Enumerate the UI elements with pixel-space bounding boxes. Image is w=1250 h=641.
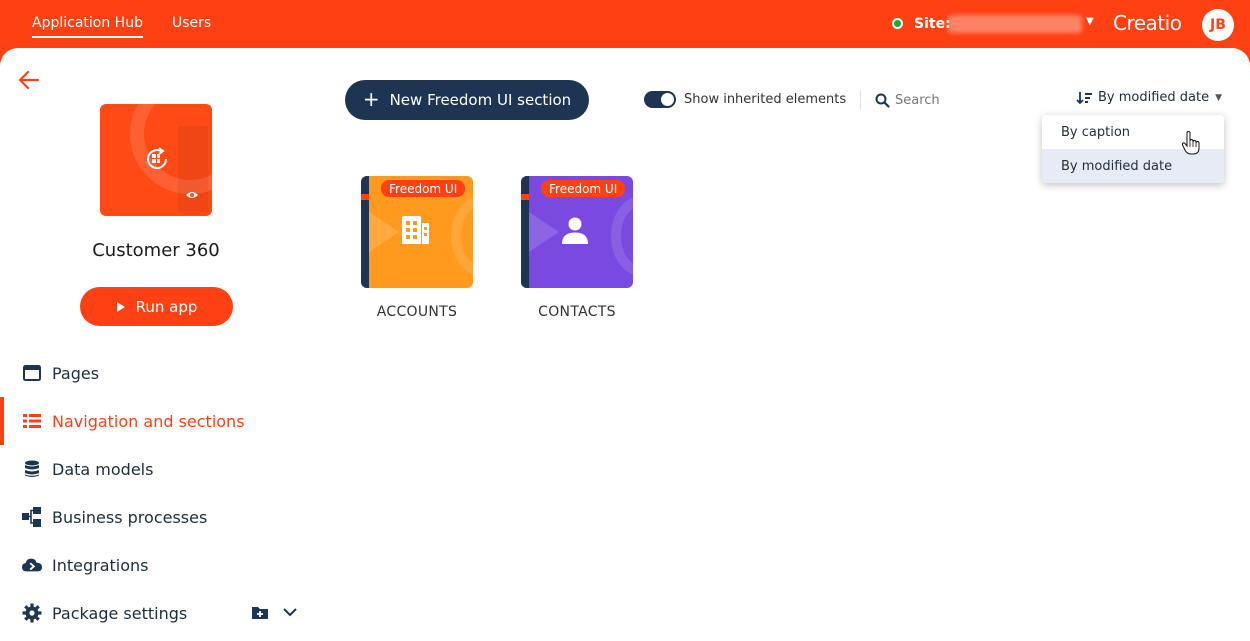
creatio-logo: Creatio bbox=[1113, 11, 1182, 35]
gear-icon bbox=[22, 603, 42, 623]
list-icon bbox=[22, 411, 42, 431]
plus-icon: + bbox=[362, 87, 380, 111]
run-app-button[interactable]: Run app bbox=[80, 287, 233, 326]
sidebar-item-label: Navigation and sections bbox=[52, 411, 245, 431]
window-icon bbox=[22, 363, 42, 383]
section-tile[interactable]: Freedom UI bbox=[361, 176, 473, 288]
back-arrow-icon[interactable] bbox=[18, 70, 40, 90]
person-icon bbox=[562, 217, 588, 244]
process-icon bbox=[22, 507, 42, 527]
sidebar-item-integrations[interactable]: Integrations bbox=[0, 545, 300, 585]
show-inherited-toggle[interactable] bbox=[644, 91, 676, 108]
run-app-label: Run app bbox=[135, 297, 198, 316]
tile-decoration bbox=[451, 196, 473, 276]
add-folder-icon[interactable] bbox=[252, 606, 268, 620]
sidebar-item-business-processes[interactable]: Business processes bbox=[0, 497, 300, 537]
divider bbox=[860, 90, 861, 110]
sidebar-item-data-models[interactable]: Data models bbox=[0, 449, 300, 489]
tab-application-hub[interactable]: Application Hub bbox=[32, 15, 143, 38]
sort-button[interactable]: By modified date ▼ bbox=[1076, 90, 1222, 105]
caret-down-icon: ▼ bbox=[1215, 92, 1223, 103]
sidebar-item-label: Pages bbox=[52, 363, 100, 383]
tile-spine-accent bbox=[521, 194, 529, 200]
customer-360-icon bbox=[147, 147, 168, 170]
section-card-contacts[interactable]: Freedom UI CONTACTS bbox=[521, 176, 633, 320]
tile-decoration bbox=[369, 212, 399, 252]
sidebar-item-label: Package settings bbox=[52, 603, 188, 623]
site-status-icon bbox=[892, 18, 903, 29]
freedom-ui-badge: Freedom UI bbox=[541, 180, 626, 197]
sidebar-item-navigation[interactable]: Navigation and sections bbox=[0, 397, 300, 445]
new-section-label: New Freedom UI section bbox=[389, 91, 572, 109]
main-panel: Customer 360 Run app Pages Navigation an… bbox=[0, 48, 1250, 641]
app-name: Customer 360 bbox=[92, 240, 220, 261]
tab-users[interactable]: Users bbox=[172, 15, 211, 31]
sort-icon bbox=[1076, 91, 1092, 104]
toggle-label: Show inherited elements bbox=[684, 92, 847, 107]
avatar[interactable]: JB bbox=[1202, 9, 1234, 41]
sidebar-item-pages[interactable]: Pages bbox=[0, 353, 300, 393]
building-icon bbox=[402, 216, 429, 244]
chevron-down-icon[interactable]: ▼ bbox=[1086, 16, 1094, 27]
sort-label: By modified date bbox=[1098, 90, 1210, 105]
eye-icon[interactable] bbox=[185, 190, 199, 200]
section-caption: ACCOUNTS bbox=[376, 304, 458, 320]
section-caption: CONTACTS bbox=[538, 304, 616, 320]
hand-cursor-icon bbox=[1181, 131, 1200, 155]
chevron-down-icon[interactable] bbox=[282, 606, 298, 618]
tile-spine-accent bbox=[361, 194, 369, 200]
top-bar: Application Hub Users Site: ▼ Creatio JB bbox=[0, 0, 1250, 48]
tile-spine bbox=[521, 176, 529, 288]
database-icon bbox=[22, 459, 42, 479]
search-input[interactable] bbox=[895, 90, 1035, 110]
site-label: Site: bbox=[914, 16, 951, 32]
section-tile[interactable]: Freedom UI bbox=[521, 176, 633, 288]
cloud-icon bbox=[22, 555, 42, 575]
sidebar-item-label: Data models bbox=[52, 459, 154, 479]
section-card-accounts[interactable]: Freedom UI ACCOUNTS bbox=[361, 176, 473, 320]
tile-decoration bbox=[529, 212, 559, 252]
sidebar-item-label: Integrations bbox=[52, 555, 149, 575]
tile-spine bbox=[361, 176, 369, 288]
play-icon bbox=[116, 301, 125, 312]
search-icon bbox=[875, 93, 890, 108]
new-freedom-ui-section-button[interactable]: + New Freedom UI section bbox=[345, 80, 589, 120]
sidebar-item-label: Business processes bbox=[52, 507, 208, 527]
site-selector[interactable] bbox=[948, 15, 1082, 33]
app-icon-tile[interactable] bbox=[100, 104, 212, 216]
tile-decoration bbox=[611, 196, 633, 276]
toggle-knob bbox=[661, 93, 674, 106]
freedom-ui-badge: Freedom UI bbox=[381, 180, 466, 197]
